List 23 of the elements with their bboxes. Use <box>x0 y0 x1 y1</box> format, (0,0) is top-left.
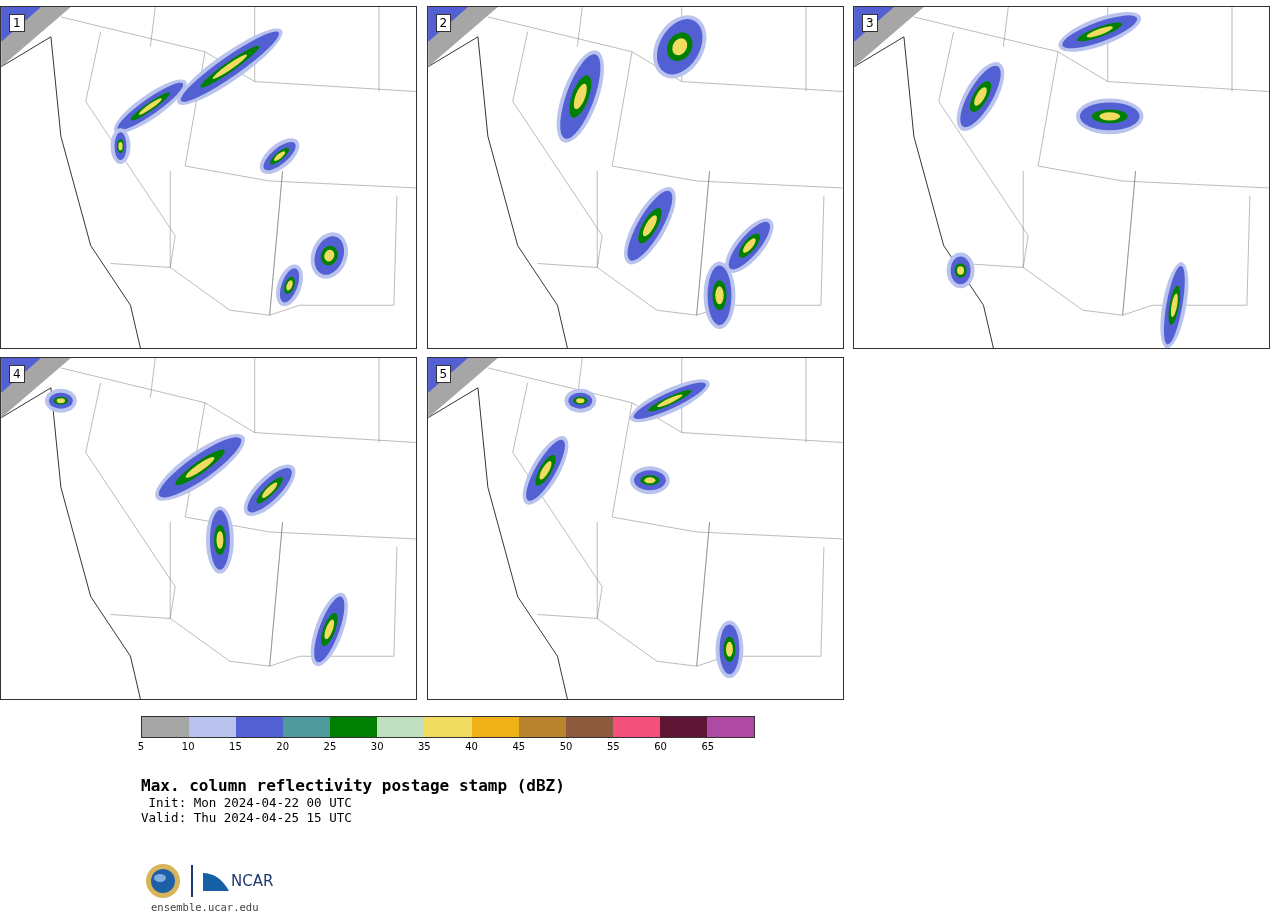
tick-label: 50 <box>559 741 573 752</box>
panel-number: 1 <box>9 14 25 32</box>
valid-time: Valid: Thu 2024-04-25 15 UTC <box>141 810 353 825</box>
site-url: ensemble.ucar.edu <box>151 901 260 914</box>
logo-text: NCAR <box>231 872 274 890</box>
panel-number: 3 <box>862 14 878 32</box>
tick-label: 10 <box>181 741 195 752</box>
tick-label: 25 <box>323 741 337 752</box>
tick-label: 20 <box>276 741 290 752</box>
tick-label: 5 <box>137 741 145 752</box>
init-time: Init: Mon 2024-04-22 00 UTC <box>147 795 353 810</box>
tick-label: 65 <box>701 741 715 752</box>
tick-label: 55 <box>606 741 620 752</box>
tick-label: 35 <box>418 741 431 752</box>
tick-label: 60 <box>654 741 667 752</box>
seal-logo-icon <box>145 863 181 899</box>
tick-label: 15 <box>229 741 242 752</box>
tick-label: 45 <box>512 741 526 752</box>
panel-number: 4 <box>9 365 25 383</box>
tick-label: 30 <box>370 741 384 752</box>
tick-label: 40 <box>465 741 478 752</box>
swoosh-logo-icon <box>203 871 229 891</box>
plot-title: Max. column reflectivity postage stamp (dBZ) <box>141 776 566 795</box>
